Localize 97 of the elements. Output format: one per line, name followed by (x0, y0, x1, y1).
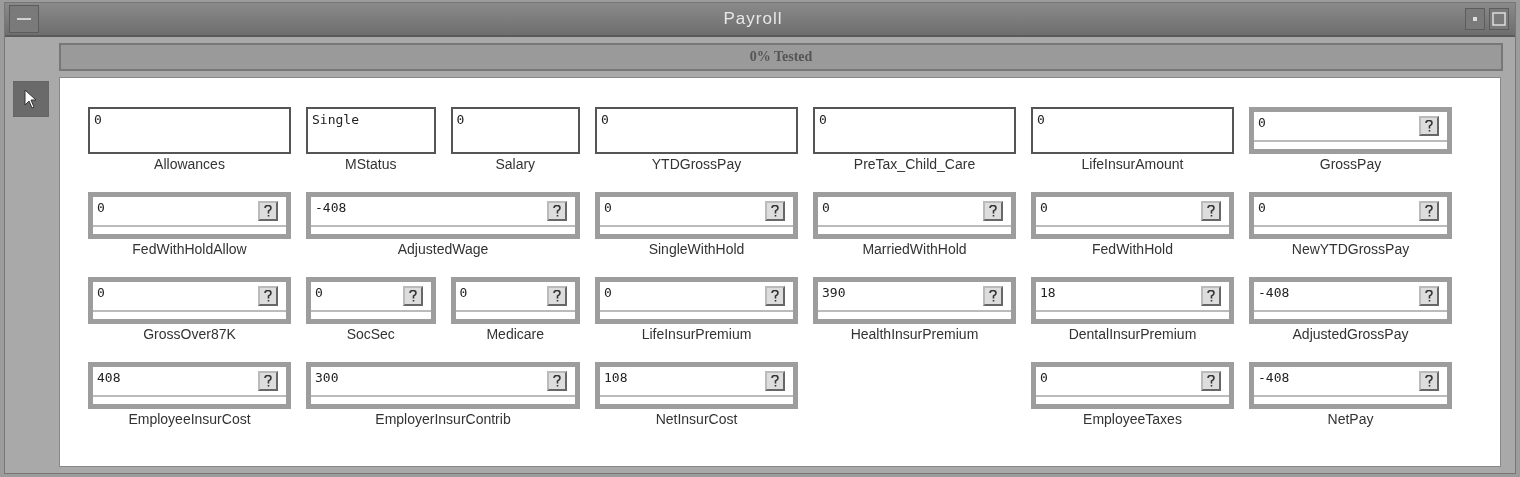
computed-field[interactable]: 0 (595, 192, 798, 239)
field-label: YTDGrossPay (651, 156, 742, 172)
field-label: EmployeeTaxes (1083, 411, 1182, 427)
field-label: NetPay (1327, 411, 1374, 427)
computed-field[interactable]: 408 (88, 362, 291, 409)
computed-field[interactable]: 390 (813, 277, 1016, 324)
field-label: FedWithHold (1092, 241, 1173, 257)
field-label: EmployerInsurContrib (375, 411, 511, 427)
computed-field[interactable]: 0 (1031, 362, 1234, 409)
help-button[interactable] (1201, 286, 1221, 306)
question-icon (553, 290, 561, 302)
field-label: AdjustedGrossPay (1292, 326, 1409, 342)
question-icon (989, 205, 997, 217)
field-label: MarriedWithHold (862, 241, 967, 257)
computed-field[interactable]: 0 (1249, 107, 1452, 154)
question-icon (553, 375, 561, 387)
help-button[interactable] (547, 286, 567, 306)
question-icon (1425, 120, 1433, 132)
help-button[interactable] (1419, 371, 1439, 391)
help-button[interactable] (765, 201, 785, 221)
field-label: HealthInsurPremium (850, 326, 979, 342)
question-icon (1207, 205, 1215, 217)
question-icon (553, 205, 561, 217)
help-button[interactable] (258, 371, 278, 391)
field-label: DentalInsurPremium (1068, 326, 1197, 342)
help-button[interactable] (1419, 201, 1439, 221)
question-icon (771, 290, 779, 302)
minus-icon (17, 17, 31, 21)
question-icon (1207, 290, 1215, 302)
field-label: MStatus (345, 156, 397, 172)
help-button[interactable] (765, 371, 785, 391)
computed-field[interactable]: 0 (813, 192, 1016, 239)
input-field[interactable]: 0 (88, 107, 291, 154)
computed-field[interactable]: 0 (595, 277, 798, 324)
field-label: Medicare (486, 326, 545, 342)
computed-field[interactable]: 300 (306, 362, 580, 409)
pointer-icon (24, 89, 38, 109)
question-icon (408, 290, 417, 302)
window-title: Payroll (722, 9, 784, 29)
question-icon (264, 290, 272, 302)
help-button[interactable] (983, 201, 1003, 221)
computed-field[interactable]: 0 (450, 277, 580, 324)
input-field[interactable]: 0 (1031, 107, 1234, 154)
question-icon (771, 205, 779, 217)
field-label: EmployeeInsurCost (128, 411, 251, 427)
question-icon (264, 375, 272, 387)
field-label: SingleWithHold (648, 241, 745, 257)
field-label: NetInsurCost (655, 411, 738, 427)
field-label: GrossPay (1319, 156, 1382, 172)
help-button[interactable] (258, 286, 278, 306)
input-field[interactable]: Single (306, 107, 436, 154)
field-label: PreTax_Child_Care (853, 156, 976, 172)
field-label: Salary (495, 156, 536, 172)
minimize-button[interactable] (1465, 8, 1485, 30)
question-icon (1207, 375, 1215, 387)
computed-field[interactable]: 0 (306, 277, 436, 324)
computed-field[interactable]: -408 (1249, 362, 1452, 409)
input-field[interactable]: 0 (813, 107, 1016, 154)
maximize-button[interactable] (1489, 8, 1509, 30)
help-button[interactable] (1201, 371, 1221, 391)
computed-field[interactable]: -408 (1249, 277, 1452, 324)
input-field[interactable]: 0 (595, 107, 798, 154)
help-button[interactable] (1201, 201, 1221, 221)
field-label: AdjustedWage (397, 241, 489, 257)
input-field[interactable]: 0 (450, 107, 580, 154)
field-label: SocSec (346, 326, 395, 342)
window-menu-button[interactable] (9, 5, 39, 33)
computed-field[interactable]: 0 (1031, 192, 1234, 239)
help-button[interactable] (547, 371, 567, 391)
progress-label: 0% Tested (749, 49, 813, 65)
question-icon (989, 290, 997, 302)
help-button[interactable] (258, 201, 278, 221)
help-button[interactable] (1419, 116, 1439, 136)
computed-field[interactable]: 0 (1249, 192, 1452, 239)
help-button[interactable] (983, 286, 1003, 306)
pointer-tool-button[interactable] (13, 81, 49, 117)
question-icon (1425, 375, 1433, 387)
computed-field[interactable]: 108 (595, 362, 798, 409)
computed-field[interactable]: 0 (88, 277, 291, 324)
question-icon (1425, 290, 1433, 302)
help-button[interactable] (547, 201, 567, 221)
field-label: LifeInsurPremium (641, 326, 752, 342)
field-label: FedWithHoldAllow (132, 241, 247, 257)
computed-field[interactable]: 0 (88, 192, 291, 239)
field-label: NewYTDGrossPay (1291, 241, 1410, 257)
question-icon (771, 375, 779, 387)
help-button[interactable] (1419, 286, 1439, 306)
field-label: GrossOver87K (143, 326, 236, 342)
square-icon (1492, 12, 1506, 26)
computed-field[interactable]: -408 (306, 192, 580, 239)
help-button[interactable] (765, 286, 785, 306)
computed-field[interactable]: 18 (1031, 277, 1234, 324)
help-button[interactable] (402, 286, 423, 306)
field-label: Allowances (154, 156, 225, 172)
question-icon (264, 205, 272, 217)
question-icon (1425, 205, 1433, 217)
field-label: LifeInsurAmount (1081, 156, 1184, 172)
